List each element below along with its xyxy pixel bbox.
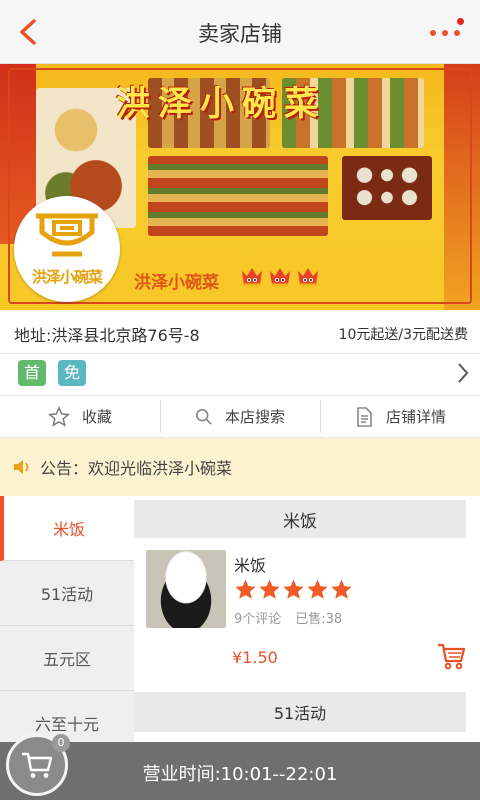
item-name: 米饭 — [234, 556, 267, 575]
list-item[interactable]: 米饭 9个评论 已售:38 ¥1.50 — [134, 538, 480, 688]
star-icon — [283, 579, 304, 599]
add-to-cart-button[interactable] — [436, 642, 466, 674]
banner-photo-buffet — [148, 156, 328, 236]
star-icon — [331, 579, 352, 599]
speaker-icon — [14, 460, 29, 474]
document-icon — [357, 406, 372, 427]
shop-search-button[interactable]: 本店搜索 — [160, 396, 320, 437]
section-header: 米饭 — [134, 500, 466, 538]
promo-tags-row[interactable]: 首 免 — [0, 354, 480, 396]
item-rating-stars — [234, 578, 353, 601]
shop-info-row: 地址:洪泽县北京路76号-8 10元起送/3元配送费 — [0, 310, 480, 354]
shop-details-button[interactable]: 店铺详情 — [320, 396, 480, 437]
shop-actions: 收藏 本店搜索 店铺详情 — [0, 396, 480, 438]
bowl-logo-icon — [36, 213, 98, 257]
shop-logo: 洪泽小碗菜 — [14, 196, 120, 302]
notification-dot — [457, 18, 464, 25]
shop-search-label: 本店搜索 — [224, 408, 285, 426]
business-hours: 营业时间:10:01--22:01 — [142, 764, 338, 785]
category-item-51-event[interactable]: 51活动 — [0, 561, 134, 626]
more-menu-button[interactable] — [424, 16, 468, 48]
shop-name: 洪泽小碗菜 — [134, 273, 219, 293]
item-sold: 已售:38 — [295, 612, 343, 627]
chevron-right-icon — [458, 363, 469, 383]
goods-list: 米饭 米饭 9个评论 已售:38 ¥1.50 51活动 — [134, 496, 480, 756]
more-dots-icon — [430, 30, 436, 36]
more-dots-icon — [442, 30, 448, 36]
star-outline-icon — [48, 405, 70, 427]
item-reviews: 9个评论 — [234, 612, 282, 627]
cart-icon — [438, 643, 466, 670]
delivery-fees: 10元起送/3元配送费 — [338, 327, 468, 343]
announcement-bar: 公告：欢迎光临洪泽小碗菜 — [0, 438, 480, 496]
banner-headline: 洪泽小碗菜 — [116, 84, 326, 124]
star-icon — [259, 579, 280, 599]
star-icon — [307, 579, 328, 599]
star-icon — [235, 579, 256, 599]
item-meta: 9个评论 已售:38 — [234, 608, 342, 627]
first-order-tag: 首 — [18, 360, 46, 386]
crown-icon — [242, 268, 262, 287]
section-header: 51活动 — [134, 692, 466, 732]
crown-icon — [270, 268, 290, 287]
banner-photo-tray — [342, 156, 432, 220]
category-sidebar: 米饭 51活动 五元区 六至十元 — [0, 496, 134, 756]
crown-icon — [298, 268, 318, 287]
favorite-label: 收藏 — [81, 408, 112, 426]
favorite-button[interactable]: 收藏 — [0, 396, 160, 437]
free-delivery-tag: 免 — [58, 360, 86, 386]
more-dots-icon — [454, 30, 460, 36]
search-icon — [195, 408, 212, 425]
top-bar: 卖家店铺 — [0, 0, 480, 64]
item-price: ¥1.50 — [232, 648, 278, 667]
page-title: 卖家店铺 — [198, 22, 282, 46]
shopping-cart-icon — [22, 752, 53, 778]
item-photo — [146, 550, 226, 628]
shop-page: 卖家店铺 洪泽小碗菜 洪泽小碗菜 洪泽小碗菜 地址:洪泽县北京路76号-8 10… — [0, 0, 480, 800]
category-item-five-yuan[interactable]: 五元区 — [0, 626, 134, 691]
shop-address: 地址:洪泽县北京路76号-8 — [14, 326, 200, 345]
category-item-rice[interactable]: 米饭 — [0, 496, 134, 561]
shop-details-label: 店铺详情 — [385, 408, 446, 426]
cart-count-badge: 0 — [52, 734, 70, 752]
announcement-text: 公告：欢迎光临洪泽小碗菜 — [40, 459, 233, 478]
shop-rating-crowns — [240, 265, 320, 289]
bottom-bar: 营业时间:10:01--22:01 — [0, 742, 480, 800]
logo-text: 洪泽小碗菜 — [31, 268, 103, 286]
